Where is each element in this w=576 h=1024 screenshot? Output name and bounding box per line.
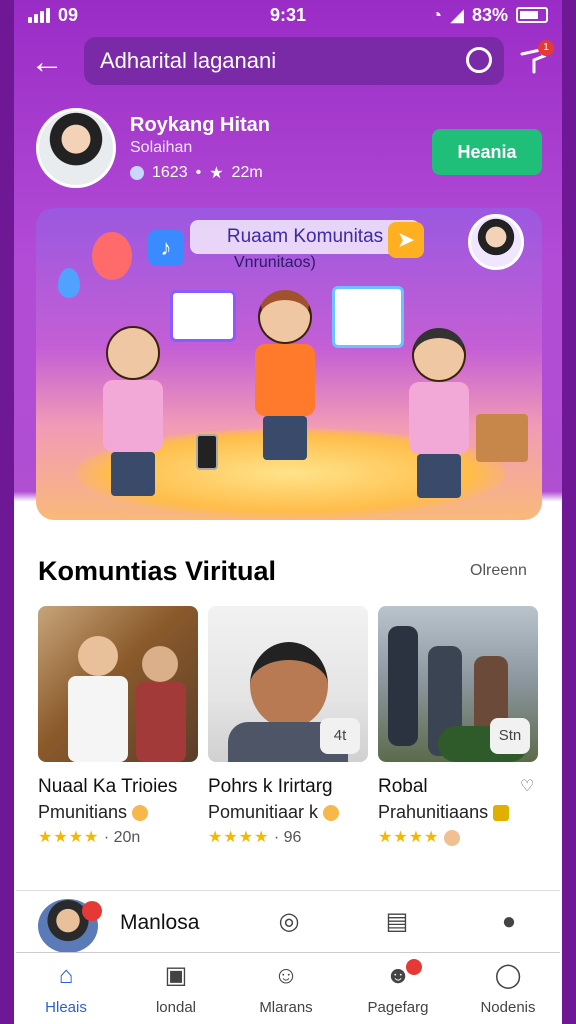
refresh-icon[interactable] bbox=[466, 47, 492, 73]
star-icon: ★ bbox=[209, 165, 224, 182]
notification-button[interactable]: 1 bbox=[516, 40, 554, 78]
back-arrow-icon[interactable]: ← bbox=[30, 44, 68, 80]
join-button[interactable]: Heania bbox=[432, 129, 542, 175]
nav-label: londal bbox=[155, 999, 197, 1016]
search-bar[interactable]: Adharital laganani bbox=[84, 37, 504, 85]
card-image: 4t bbox=[208, 606, 368, 762]
drop-icon bbox=[58, 268, 80, 298]
card-image: Stn bbox=[378, 606, 538, 762]
battery-percent: 83% bbox=[471, 4, 508, 25]
section-title: Komuntias Viritual bbox=[38, 556, 277, 586]
status-bar: 09 9:31 ◔ ◢ 83% bbox=[14, 0, 562, 30]
nav-tab-chat[interactable]: ☺ Mlarans bbox=[236, 961, 336, 1016]
battery-icon bbox=[516, 7, 548, 23]
app-screen: 09 9:31 ◔ ◢ 83% ← Adharital laganani 1 R… bbox=[0, 0, 576, 1024]
balloon-icon bbox=[92, 232, 132, 280]
signal-triangle-icon: ◢ bbox=[450, 4, 464, 25]
clock: 9:31 bbox=[269, 4, 307, 25]
signal-icon bbox=[28, 7, 50, 23]
card-name: Pohrs k Irirtarg bbox=[208, 776, 333, 797]
card-chip[interactable]: Stn bbox=[490, 718, 530, 754]
see-all-link[interactable]: Olreenn bbox=[470, 562, 527, 580]
face-icon bbox=[443, 829, 460, 846]
like-icon[interactable]: ♡ bbox=[520, 776, 534, 796]
card-rating: ★★★★ · 20n bbox=[38, 829, 141, 846]
emoji-icon bbox=[323, 805, 340, 822]
banner-subtitle: Vnrunitaos) bbox=[234, 254, 316, 271]
banner-title: Ruaam Komunitas bbox=[190, 220, 420, 254]
carrier-label: 09 bbox=[58, 4, 79, 25]
music-note-icon: ♪ bbox=[148, 230, 184, 266]
nav-badge bbox=[406, 959, 422, 975]
nav-label: Hleais bbox=[45, 999, 87, 1016]
person-icon[interactable]: ● bbox=[494, 907, 524, 937]
bottom-nav: ⌂ Hleais ▣ londal ☺ Mlarans ☻ Pagefarg ◯… bbox=[16, 952, 560, 1024]
toy-box bbox=[476, 414, 528, 462]
profile-stats: 1623 • ★ 22m bbox=[130, 163, 263, 183]
banner-avatar[interactable] bbox=[468, 214, 524, 270]
card-name: Robal bbox=[378, 776, 428, 797]
card-desc: Prahunitiaans bbox=[378, 802, 538, 823]
child-girl bbox=[103, 326, 163, 496]
nav-label: Nodenis bbox=[480, 999, 536, 1016]
location-icon bbox=[130, 166, 144, 180]
frame-left bbox=[0, 0, 14, 1024]
profile-avatar[interactable] bbox=[36, 108, 116, 188]
list-icon: ▣ bbox=[164, 962, 188, 989]
community-card[interactable]: Nuaal Ka Trioies Pmunitians ★★★★ · 20n bbox=[38, 606, 198, 847]
stars-icon: ★★★★ bbox=[38, 829, 100, 846]
user-icon: ◯ bbox=[494, 962, 522, 989]
play-icon: ➤ bbox=[388, 222, 424, 258]
nav-label: Mlarans bbox=[259, 999, 313, 1016]
profile-name: Roykang Hitan bbox=[130, 114, 271, 136]
card-desc: Pomunitiaar k bbox=[208, 802, 368, 823]
profile-count: 1623 bbox=[152, 164, 188, 181]
separator-dot: • bbox=[195, 164, 202, 181]
clipboard-icon[interactable]: ▤ bbox=[382, 907, 412, 937]
frame-right bbox=[562, 0, 576, 1024]
card-desc: Pmunitians bbox=[38, 802, 198, 823]
notification-badge: 1 bbox=[538, 40, 554, 56]
mini-bar[interactable]: Manlosa ◎ ▤ ● bbox=[16, 890, 560, 953]
alarm-icon: ◔ bbox=[431, 4, 443, 25]
chat-board bbox=[332, 286, 404, 348]
nav-tab-emoji[interactable]: ☻ Pagefarg bbox=[348, 959, 448, 1016]
emoji-icon bbox=[493, 805, 510, 822]
emoji-icon bbox=[132, 805, 149, 822]
card-rating: ★★★★ · 96 bbox=[208, 829, 302, 846]
card-image bbox=[38, 606, 198, 762]
stars-icon: ★★★★ bbox=[208, 829, 270, 846]
phone-illustration bbox=[196, 434, 218, 470]
nav-tab-user[interactable]: ◯ Nodenis bbox=[458, 961, 558, 1016]
mini-label: Manlosa bbox=[120, 911, 200, 934]
child-boy-center bbox=[255, 290, 315, 460]
community-card[interactable]: Stn Robal Prahunitiaans ★★★★ bbox=[378, 606, 538, 847]
profile-subtitle: Solaihan bbox=[130, 139, 193, 156]
card-name: Nuaal Ka Trioies bbox=[38, 776, 178, 797]
chat-icon: ☺ bbox=[273, 962, 299, 989]
community-banner[interactable]: Ruaam Komunitas Vnrunitaos) ♪ ➤ bbox=[36, 208, 542, 520]
nav-tab-home[interactable]: ⌂ Hleais bbox=[16, 961, 116, 1016]
profile-distance: 22m bbox=[231, 164, 263, 181]
community-card[interactable]: 4t Pohrs k Irirtarg Pomunitiaar k ★★★★ ·… bbox=[208, 606, 368, 847]
drawing-board bbox=[170, 290, 236, 342]
search-text: Adharital laganani bbox=[100, 48, 277, 73]
nav-label: Pagefarg bbox=[367, 999, 429, 1016]
mini-badge bbox=[82, 901, 102, 921]
child-boy-right bbox=[409, 328, 469, 498]
home-icon: ⌂ bbox=[58, 962, 74, 989]
card-rating: ★★★★ bbox=[378, 827, 538, 847]
nav-tab-list[interactable]: ▣ londal bbox=[126, 961, 226, 1016]
stars-icon: ★★★★ bbox=[378, 829, 440, 846]
card-chip[interactable]: 4t bbox=[320, 718, 360, 754]
location-pin-icon[interactable]: ◎ bbox=[274, 907, 304, 937]
